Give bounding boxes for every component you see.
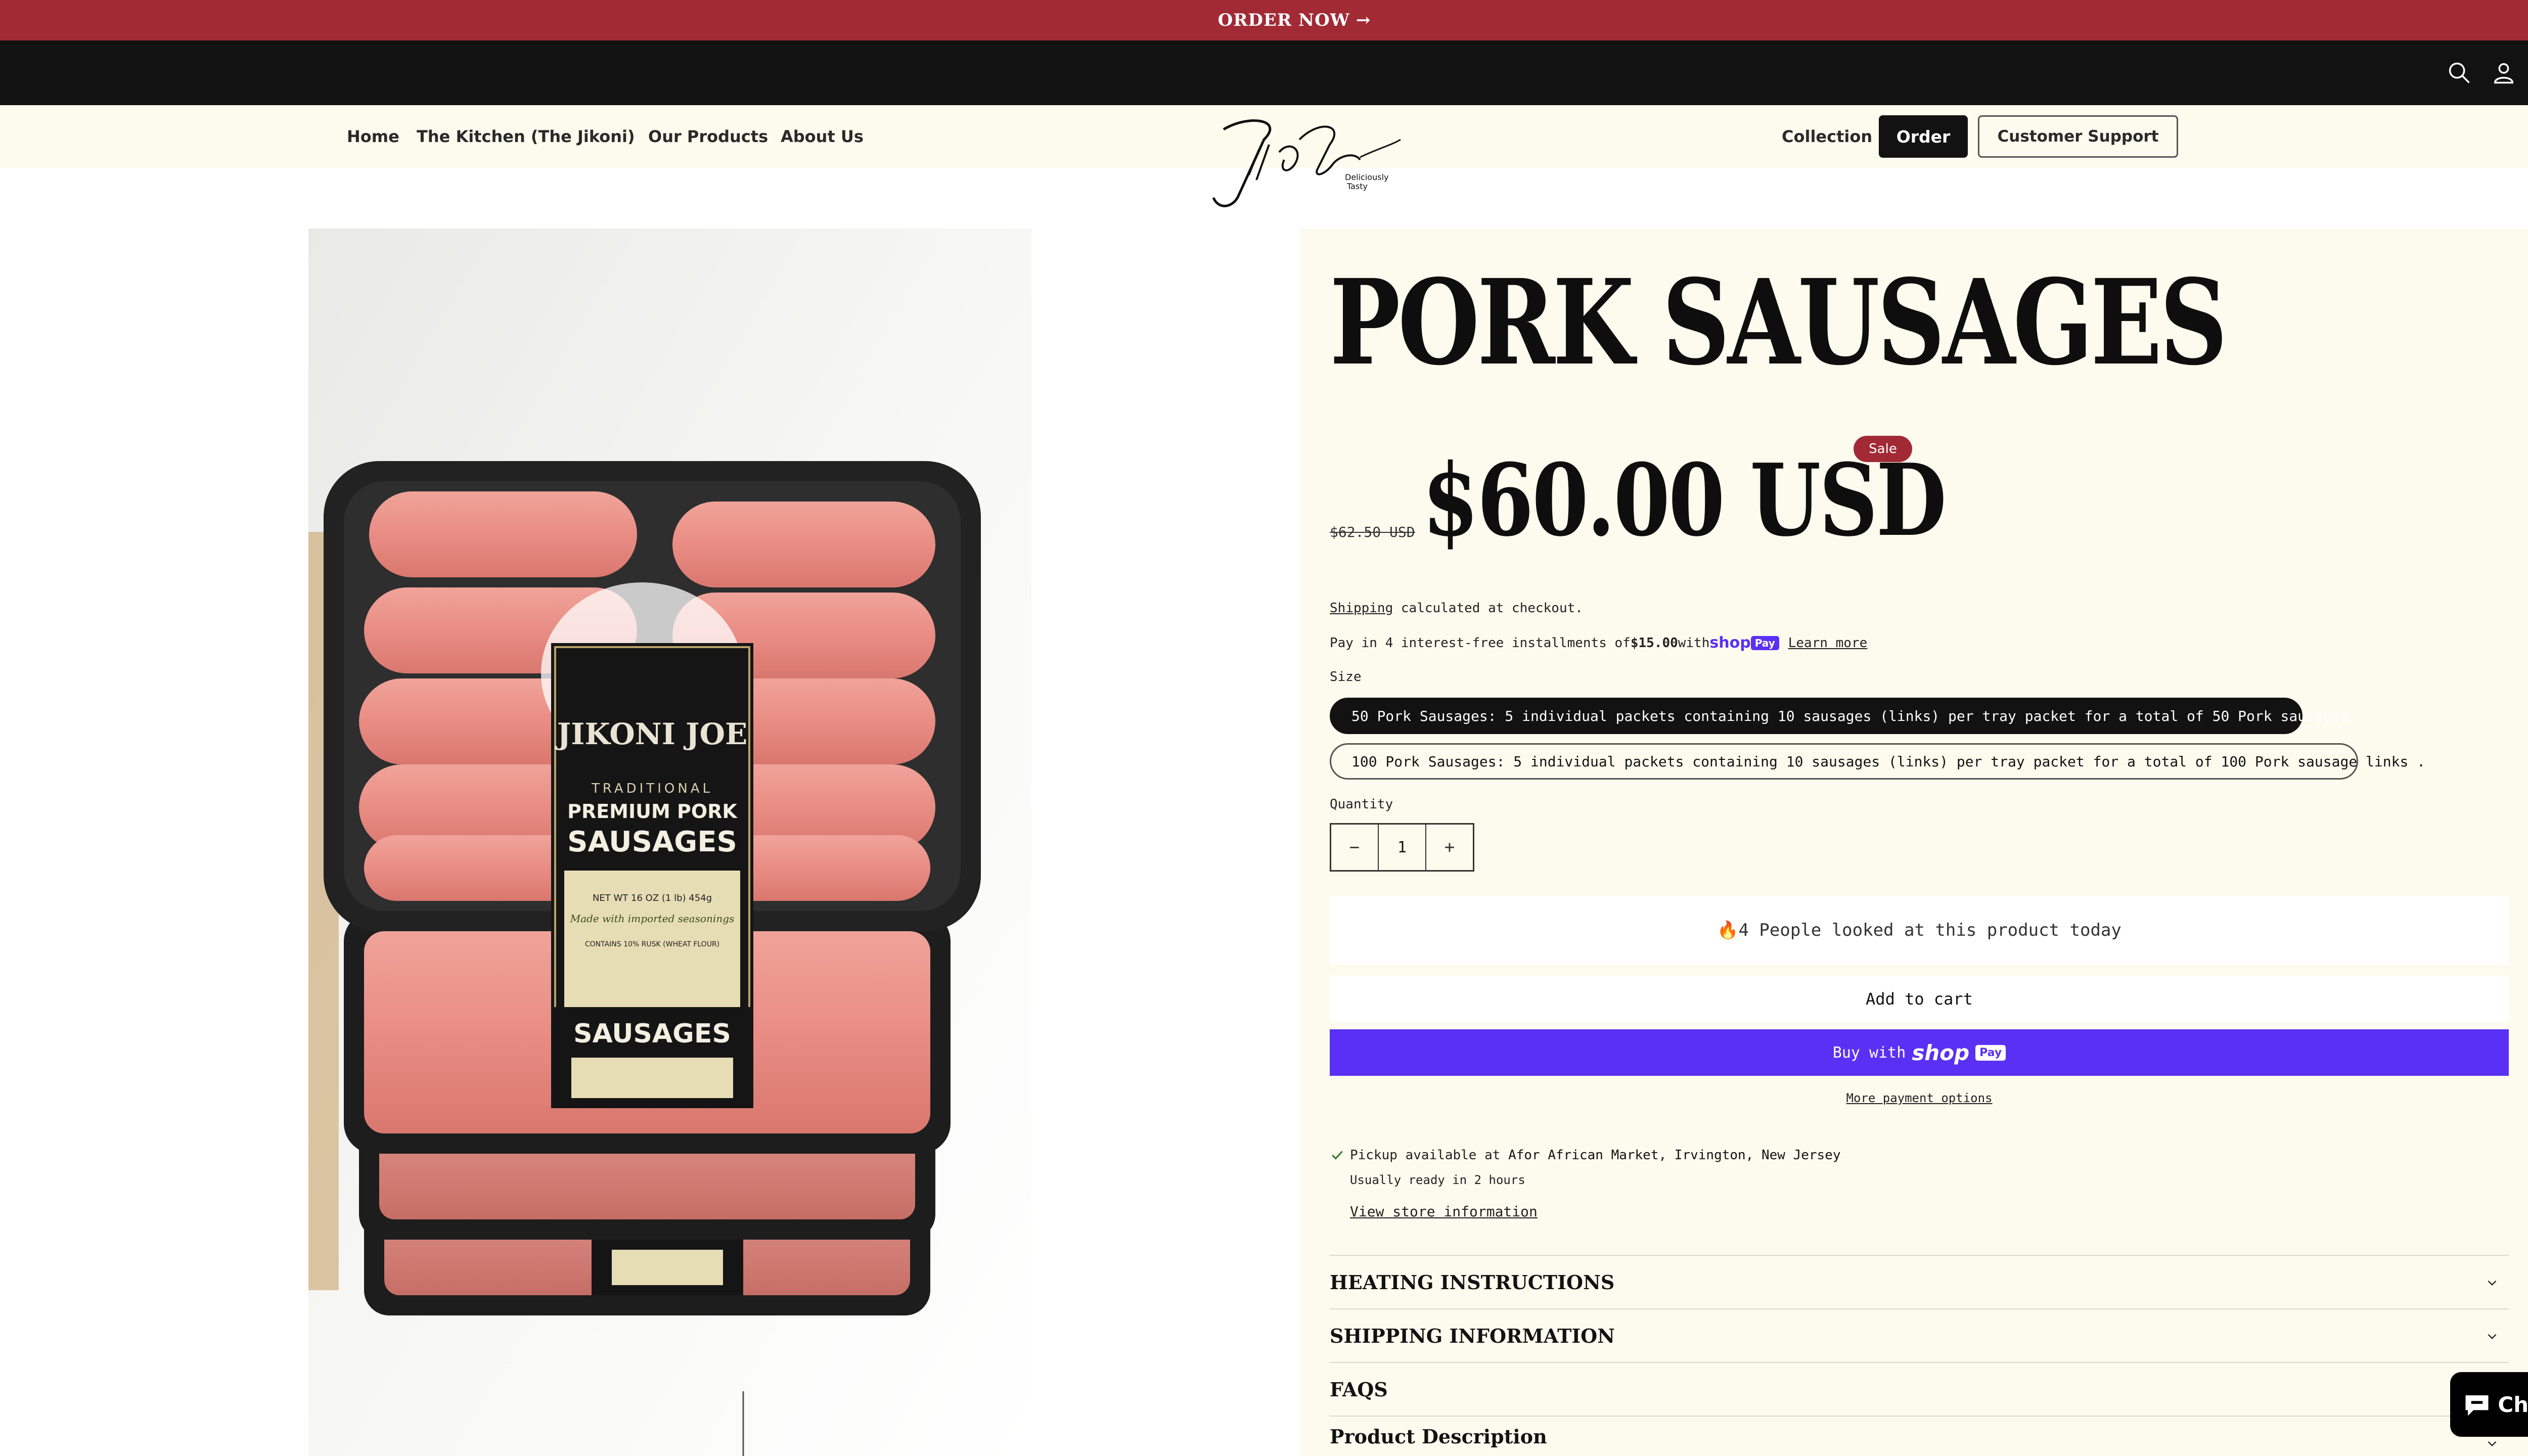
- account-icon[interactable]: [2491, 60, 2517, 86]
- announcement-bar: ORDER NOW →: [0, 0, 2528, 40]
- shipping-link[interactable]: Shipping: [1330, 601, 1393, 616]
- quantity-input[interactable]: 1: [1378, 825, 1426, 870]
- label-sausages: SAUSAGES: [567, 826, 737, 858]
- product-info-panel: PORK SAUSAGES $62.50 USD $60.00 USD Sale…: [1299, 229, 2528, 1456]
- nav-collection[interactable]: Collection: [1782, 105, 1872, 168]
- more-payment-options-link[interactable]: More payment options: [1299, 1091, 2528, 1105]
- label-weight: NET WT 16 OZ (1 lb) 454g: [593, 893, 712, 903]
- search-icon[interactable]: [2446, 60, 2472, 86]
- pork-sausage-packets-photo: JIKONI JOE TRADITIONAL PREMIUM PORK SAUS…: [308, 229, 1031, 1456]
- quantity-increase-button[interactable]: +: [1426, 825, 1473, 870]
- shop-logo: shop: [1912, 1040, 1970, 1065]
- accordion-label: SHIPPING INFORMATION: [1330, 1324, 1615, 1347]
- pay-badge: Pay: [1975, 1044, 2006, 1061]
- accordion-label: HEATING INSTRUCTIONS: [1330, 1270, 1615, 1294]
- accordion-heating-instructions[interactable]: HEATING INSTRUCTIONS: [1330, 1255, 2509, 1308]
- customer-support-button[interactable]: Customer Support: [1978, 115, 2178, 158]
- chat-label: Chat: [2498, 1392, 2528, 1417]
- product-image[interactable]: JIKONI JOE TRADITIONAL PREMIUM PORK SAUS…: [308, 229, 1031, 1456]
- variant-option-50[interactable]: 50 Pork Sausages: 5 individual packets c…: [1330, 698, 2357, 734]
- buy-with-shop-pay-button[interactable]: Buy with shop Pay: [1330, 1029, 2509, 1076]
- installments-with: with: [1678, 635, 1710, 651]
- pickup-prefix: Pickup available at: [1350, 1148, 1509, 1163]
- shipping-note: Shipping calculated at checkout.: [1330, 601, 1583, 616]
- announcement-text: ORDER NOW: [1217, 10, 1350, 30]
- accordion-shipping-information[interactable]: SHIPPING INFORMATION: [1330, 1308, 2509, 1362]
- size-label: Size: [1330, 669, 1362, 685]
- nav-about-us[interactable]: About Us: [781, 105, 864, 168]
- pickup-ready-time: Usually ready in 2 hours: [1350, 1173, 1525, 1187]
- nav-home[interactable]: Home: [347, 105, 399, 168]
- chevron-down-icon: [2488, 1441, 2497, 1447]
- logo-tagline-2: Tasty: [1346, 181, 1368, 191]
- accordion-label: Product Description: [1330, 1425, 1547, 1448]
- order-now-link[interactable]: ORDER NOW →: [1218, 10, 1371, 30]
- quantity-label: Quantity: [1330, 797, 1393, 812]
- installments-banner: Pay in 4 interest-free installments of $…: [1330, 634, 1867, 652]
- shop-pay-wordmark: shop: [1709, 634, 1751, 652]
- accordion-product-description[interactable]: Product Description: [1330, 1416, 2509, 1456]
- order-button[interactable]: Order: [1879, 115, 1968, 158]
- chevron-down-icon: [2488, 1334, 2497, 1340]
- viewers-text: 4 People looked at this product today: [1738, 920, 2121, 940]
- label-premium: PREMIUM PORK: [567, 800, 738, 823]
- chevron-down-icon: [2488, 1280, 2497, 1286]
- product-title: PORK SAUSAGES: [1330, 253, 2228, 391]
- label-traditional: TRADITIONAL: [591, 781, 713, 796]
- fire-icon: 🔥: [1717, 920, 1739, 940]
- shipping-note-text: calculated at checkout.: [1393, 601, 1583, 616]
- sale-badge: Sale: [1854, 436, 1912, 462]
- label-imported: Made with imported seasonings: [570, 913, 735, 925]
- quantity-decrease-button[interactable]: −: [1331, 825, 1378, 870]
- quantity-stepper: − 1 +: [1330, 823, 1474, 872]
- label-rusk: CONTAINS 10% RUSK (WHEAT FLOUR): [585, 940, 719, 948]
- buy-with-label: Buy with: [1832, 1043, 1906, 1062]
- shop-pay-badge: Pay: [1750, 635, 1779, 650]
- pickup-location: Afor African Market, Irvington, New Jers…: [1508, 1148, 1841, 1163]
- label-sausages-2: SAUSAGES: [573, 1019, 731, 1049]
- pickup-availability: Pickup available at Afor African Market,…: [1350, 1148, 1841, 1163]
- checkmark-icon: [1332, 1151, 1343, 1160]
- arrow-right-icon: →: [1356, 10, 1371, 30]
- nav-our-products[interactable]: Our Products: [648, 105, 768, 168]
- add-to-cart-button[interactable]: Add to cart: [1330, 976, 2509, 1022]
- installments-amount: $15.00: [1630, 635, 1678, 651]
- chat-bubble-icon: [2465, 1395, 2489, 1416]
- variant-option-100[interactable]: 100 Pork Sausages: 5 individual packets …: [1330, 743, 2425, 780]
- regular-price: $62.50 USD: [1330, 524, 1415, 540]
- chat-button[interactable]: Chat: [2450, 1372, 2528, 1437]
- site-header: Home The Kitchen (The Jikoni) Our Produc…: [0, 105, 2528, 207]
- learn-more-link[interactable]: Learn more: [1788, 635, 1868, 651]
- sale-price: $60.00 USD: [1422, 442, 1947, 559]
- accordion-label: FAQS: [1330, 1378, 1388, 1401]
- viewers-notice: 🔥 4 People looked at this product today: [1330, 896, 2509, 965]
- logo-tagline-1: Deliciously: [1345, 172, 1388, 182]
- installments-text: Pay in 4 interest-free installments of: [1330, 635, 1631, 651]
- nav-the-kitchen[interactable]: The Kitchen (The Jikoni): [417, 105, 635, 168]
- jikoni-joe-logo[interactable]: Deliciously Tasty: [1193, 109, 1406, 215]
- label-brand: JIKONI JOE: [555, 717, 747, 751]
- accordion-faqs[interactable]: FAQS: [1330, 1362, 2509, 1416]
- utility-bar: [0, 40, 2528, 105]
- view-store-information-link[interactable]: View store information: [1350, 1203, 1538, 1220]
